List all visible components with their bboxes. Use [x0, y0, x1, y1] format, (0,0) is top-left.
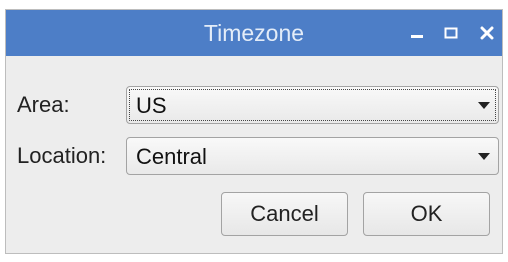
timezone-dialog: Timezone Area: US Location: Central Canc… [5, 9, 503, 254]
title-bar[interactable]: Timezone [6, 10, 502, 56]
maximize-icon [444, 27, 458, 39]
location-select[interactable]: Central [126, 137, 499, 175]
chevron-down-icon [478, 102, 490, 109]
close-button[interactable] [473, 19, 501, 47]
area-select-value: US [136, 93, 167, 118]
maximize-button[interactable] [437, 19, 465, 47]
location-select-value: Central [136, 144, 207, 169]
area-select[interactable]: US [126, 86, 499, 124]
area-label: Area: [17, 92, 70, 117]
chevron-down-icon [478, 153, 490, 160]
minimize-button[interactable] [403, 19, 431, 47]
cancel-button[interactable]: Cancel [221, 192, 348, 236]
ok-button[interactable]: OK [363, 192, 490, 236]
minimize-icon [411, 35, 423, 38]
location-label: Location: [17, 143, 107, 168]
close-icon [480, 26, 494, 40]
